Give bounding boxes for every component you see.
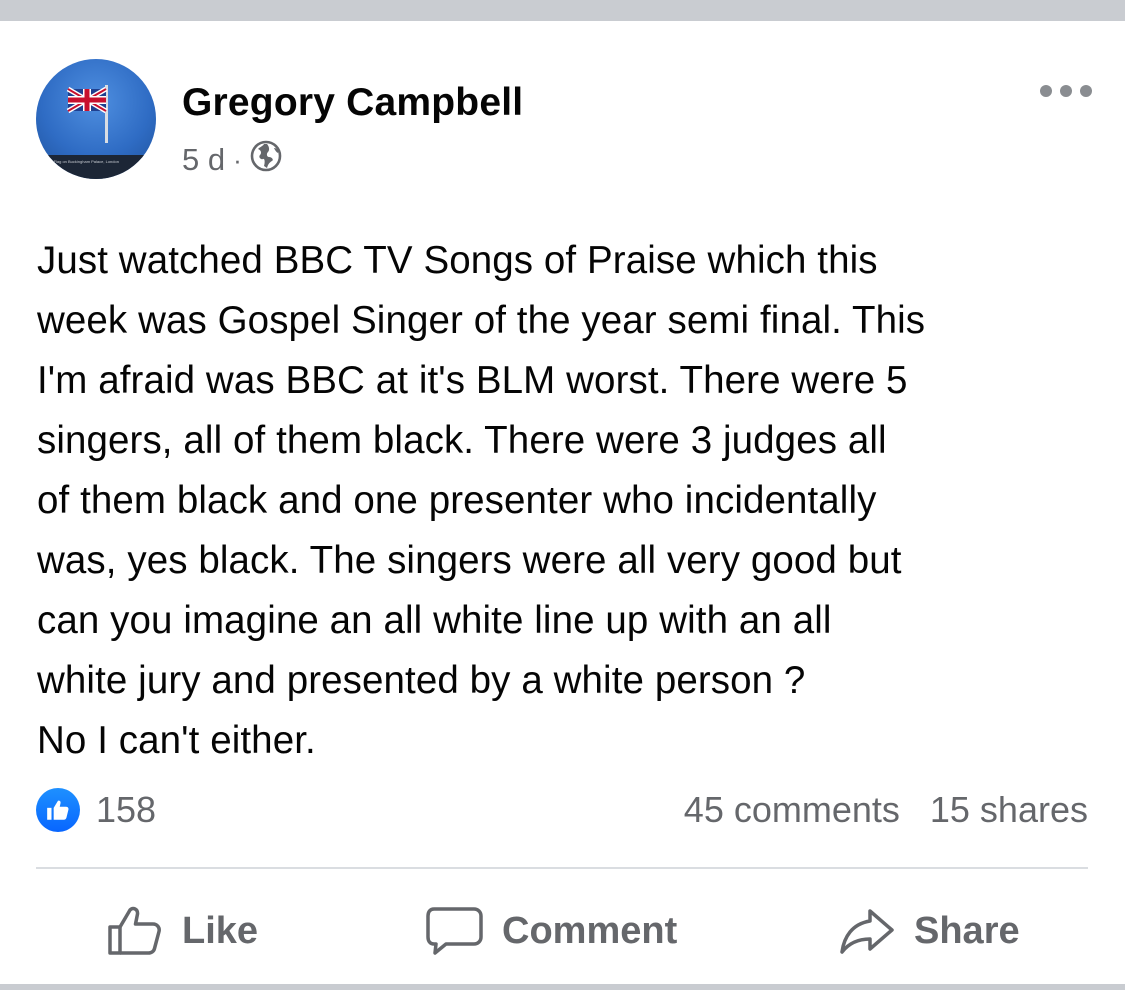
share-button[interactable]: Share	[838, 891, 1020, 971]
post-meta: 5 d ·	[182, 140, 282, 180]
avatar[interactable]: Union Flag on Buckingham Palace, London	[36, 59, 156, 179]
like-button[interactable]: Like	[106, 891, 258, 971]
author-name[interactable]: Gregory Campbell	[182, 81, 523, 125]
more-options-icon[interactable]	[1040, 79, 1092, 103]
share-arrow-icon	[840, 909, 894, 954]
feed-separator-top	[0, 0, 1125, 21]
avatar-flag-image: Union Flag on Buckingham Palace, London	[36, 85, 156, 179]
feed-separator-bottom	[0, 984, 1125, 990]
meta-separator: ·	[233, 144, 242, 175]
globe-icon[interactable]	[250, 140, 282, 180]
thumbs-up-icon	[108, 906, 161, 955]
comments-count[interactable]: 45 comments	[684, 789, 900, 831]
post-card: Union Flag on Buckingham Palace, London …	[0, 21, 1125, 990]
share-label: Share	[914, 909, 1020, 952]
shares-count[interactable]: 15 shares	[930, 789, 1088, 831]
more-dot	[1080, 85, 1092, 97]
reactions-count[interactable]: 158	[96, 789, 156, 831]
post-text: Just watched BBC TV Songs of Praise whic…	[37, 239, 926, 762]
comment-label: Comment	[502, 909, 678, 952]
comment-button[interactable]: Comment	[426, 891, 677, 971]
more-dot	[1040, 85, 1052, 97]
post-time[interactable]: 5 d	[182, 142, 225, 178]
divider	[36, 867, 1088, 869]
avatar-caption: Union Flag on Buckingham Palace, London	[42, 159, 119, 164]
post-stats: 158 45 comments 15 shares	[36, 783, 1088, 833]
more-dot	[1060, 85, 1072, 97]
action-bar: Like Comment Share	[0, 891, 1125, 971]
engagement-counts: 45 comments 15 shares	[684, 789, 1088, 831]
comment-icon	[426, 907, 483, 955]
like-label: Like	[182, 909, 259, 952]
like-reaction-icon[interactable]	[36, 788, 80, 832]
